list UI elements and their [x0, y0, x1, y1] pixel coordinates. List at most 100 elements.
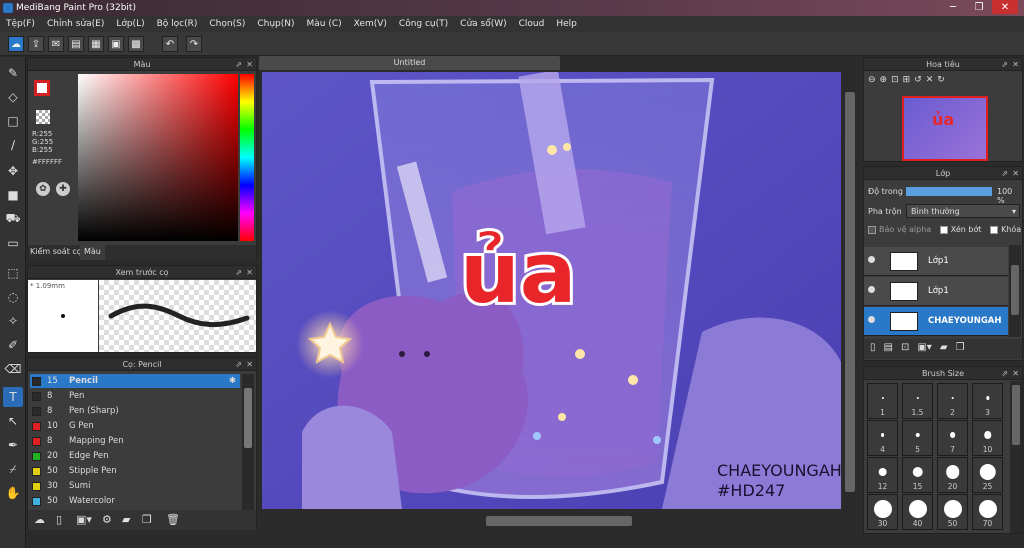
detach-icon[interactable]: ⇗ — [1001, 58, 1008, 71]
rotate-left-icon[interactable]: ↺ — [914, 75, 922, 91]
brush-settings-icon[interactable]: ⚙ — [102, 513, 112, 526]
brush-size-cell[interactable]: 25 — [972, 457, 1003, 493]
hue-slider[interactable] — [240, 74, 254, 241]
brush-size-cell[interactable]: 7 — [937, 420, 968, 456]
select-tool-icon[interactable]: ⬚ — [3, 263, 23, 283]
saturation-value-picker[interactable] — [78, 74, 238, 241]
brush-size-cell[interactable]: 20 — [937, 457, 968, 493]
cloud-brush-icon[interactable]: ☁ — [34, 513, 45, 526]
layer-merge-icon[interactable]: ⊡ — [901, 342, 909, 356]
brush-add-icon[interactable]: ▣▾ — [76, 513, 92, 526]
primary-color-swatch[interactable] — [34, 80, 50, 96]
panel-close-icon[interactable]: ✕ — [1012, 367, 1019, 380]
eyedropper-tool-icon[interactable]: ⌿ — [3, 459, 23, 479]
layer-add-menu-icon[interactable]: ▣▾ — [917, 342, 931, 356]
detach-icon[interactable]: ⇗ — [1001, 167, 1008, 180]
menu-item-9[interactable]: Cửa sổ(W) — [460, 19, 506, 29]
menu-item-11[interactable]: Help — [556, 19, 577, 29]
canvas[interactable]: ủa CHAEYOUNGAH #HD247 — [262, 72, 841, 509]
eye-icon[interactable] — [868, 286, 875, 293]
fit-icon[interactable]: ⊡ — [891, 75, 899, 91]
new-layer-icon[interactable]: ▯ — [870, 342, 876, 356]
brush-size-cell[interactable]: 3 — [972, 383, 1003, 419]
brush-size-cell[interactable]: 50 — [937, 494, 968, 530]
brush-size-scrollbar[interactable] — [1010, 381, 1022, 533]
brush-size-cell[interactable]: 4 — [867, 420, 898, 456]
hand-tool-icon[interactable]: ✋ — [3, 483, 23, 503]
brush-size-cell[interactable]: 5 — [902, 420, 933, 456]
blur-tool-icon[interactable]: ✒ — [3, 435, 23, 455]
canvas-tab[interactable]: Untitled — [259, 56, 560, 70]
maximize-button[interactable]: ❐ — [966, 0, 992, 14]
brush-size-cell[interactable]: 1.5 — [902, 383, 933, 419]
panel-close-icon[interactable]: ✕ — [1012, 58, 1019, 71]
brush-tool-icon[interactable]: ✎ — [3, 63, 23, 83]
dot-tool-icon[interactable]: ∕ — [3, 135, 23, 155]
menu-item-5[interactable]: Chụp(N) — [257, 19, 294, 29]
rotate-right-icon[interactable]: ↻ — [937, 75, 945, 91]
layer-list-scrollbar[interactable] — [1009, 245, 1021, 337]
lock-checkbox[interactable]: Khóa — [990, 225, 1021, 234]
close-button[interactable]: ✕ — [992, 0, 1018, 14]
layer-row[interactable]: Lớp1 — [864, 277, 1008, 306]
brush-size-cell[interactable]: 70 — [972, 494, 1003, 530]
menu-item-2[interactable]: Lớp(L) — [116, 19, 144, 29]
brush-row[interactable]: 10 G Pen — [30, 419, 240, 433]
brush-row[interactable]: 8 Mapping Pen — [30, 434, 240, 448]
new-brush-icon[interactable]: ▯ — [56, 513, 62, 526]
detach-icon[interactable]: ⇗ — [235, 58, 242, 71]
brush-list-scrollbar[interactable] — [242, 374, 254, 510]
panel-close-icon[interactable]: ✕ — [246, 266, 253, 279]
panel-close-icon[interactable]: ✕ — [246, 358, 253, 371]
lasso-tool-icon[interactable]: ◌ — [3, 287, 23, 307]
share-icon[interactable]: ⇪ — [28, 36, 44, 52]
gear-icon[interactable]: ✱ — [229, 376, 236, 386]
brush-size-cell[interactable]: 30 — [867, 494, 898, 530]
text-tool-icon[interactable]: T — [3, 387, 23, 407]
brush-size-cell[interactable]: 2 — [937, 383, 968, 419]
redo-icon[interactable]: ↷ — [186, 36, 202, 52]
detach-icon[interactable]: ⇗ — [235, 266, 242, 279]
layer-row[interactable]: CHAEYOUNGAH — [864, 307, 1008, 336]
grid-icon[interactable]: ▩ — [128, 36, 144, 52]
select-pen-icon[interactable]: ✐ — [3, 335, 23, 355]
minimize-button[interactable]: ─ — [940, 0, 966, 14]
operation-tool-icon[interactable]: ↖ — [3, 411, 23, 431]
magic-wand-icon[interactable]: ✧ — [3, 311, 23, 331]
opacity-slider[interactable] — [906, 187, 992, 196]
brush-size-cell[interactable]: 40 — [902, 494, 933, 530]
chat-icon[interactable]: ✉ — [48, 36, 64, 52]
layer-duplicate-icon[interactable]: ❐ — [956, 342, 965, 356]
menu-item-4[interactable]: Chọn(S) — [209, 19, 245, 29]
document-icon[interactable]: ▤ — [68, 36, 84, 52]
brush-row[interactable]: 8 Pen — [30, 389, 240, 403]
brush-row[interactable]: 30 Sumi — [30, 479, 240, 493]
bucket-tool-icon[interactable]: ⛟ — [3, 209, 23, 229]
brush-row[interactable]: 20 Edge Pen — [30, 449, 240, 463]
brush-row[interactable]: 15 Pencil ✱ — [30, 374, 240, 388]
actual-size-icon[interactable]: ⊞ — [903, 75, 911, 91]
detach-icon[interactable]: ⇗ — [235, 358, 242, 371]
layer-row[interactable]: Lớp1 — [864, 247, 1008, 276]
palette-icon[interactable]: ✿ — [36, 182, 50, 196]
zoom-out-icon[interactable]: ⊖ — [868, 75, 876, 91]
tab-color[interactable]: Màu — [80, 245, 105, 260]
page-icon[interactable]: ▦ — [88, 36, 104, 52]
rectangle-tool-icon[interactable]: □ — [3, 111, 23, 131]
brush-row[interactable]: 50 Stipple Pen — [30, 464, 240, 478]
layer-folder-icon[interactable]: ▰ — [940, 342, 948, 356]
menu-item-7[interactable]: Xem(V) — [354, 19, 387, 29]
reset-icon[interactable]: ✕ — [926, 75, 934, 91]
brush-size-cell[interactable]: 12 — [867, 457, 898, 493]
gradient-tool-icon[interactable]: ▭ — [3, 233, 23, 253]
menu-item-8[interactable]: Công cụ(T) — [399, 19, 448, 29]
menu-item-10[interactable]: Cloud — [519, 19, 545, 29]
duplicate-icon[interactable]: ❐ — [142, 513, 152, 526]
panel-close-icon[interactable]: ✕ — [246, 58, 253, 71]
trash-icon[interactable]: 🗑 — [166, 513, 180, 526]
panel-icon[interactable]: ▣ — [108, 36, 124, 52]
select-eraser-icon[interactable]: ⌫ — [3, 359, 23, 379]
tab-brush-control[interactable]: Kiểm soát cọ — [30, 247, 82, 256]
zoom-in-icon[interactable]: ⊕ — [880, 75, 888, 91]
layer-copy-icon[interactable]: ▤ — [884, 342, 893, 356]
